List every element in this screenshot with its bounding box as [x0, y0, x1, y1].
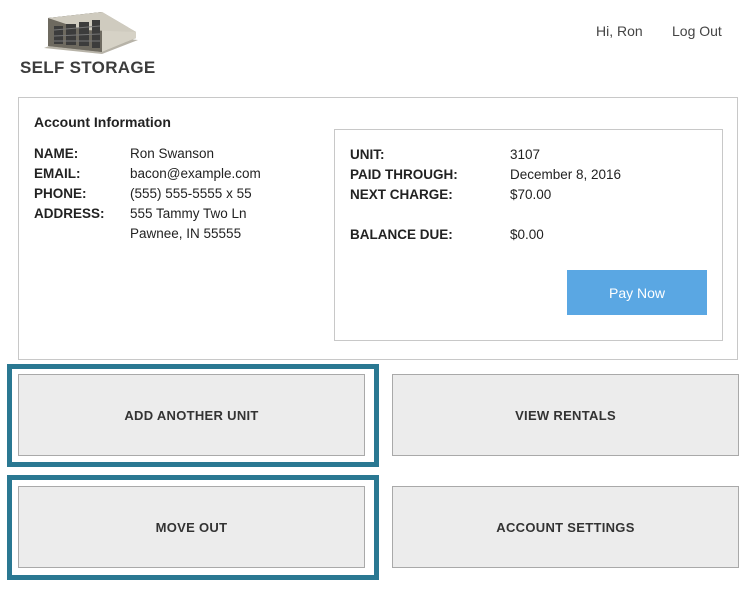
- next-charge-label: NEXT CHARGE:: [350, 187, 453, 202]
- user-greeting: Hi, Ron: [596, 23, 643, 39]
- move-out-button[interactable]: MOVE OUT: [18, 486, 365, 568]
- unit-value: 3107: [510, 147, 541, 162]
- account-settings-button[interactable]: ACCOUNT SETTINGS: [392, 486, 739, 568]
- next-charge-value: $70.00: [510, 187, 552, 202]
- logout-link[interactable]: Log Out: [672, 23, 722, 39]
- address-label: ADDRESS:: [34, 206, 105, 221]
- phone-value: (555) 555-5555 x 55: [130, 186, 252, 201]
- account-information-panel: Account Information NAME: Ron Swanson EM…: [18, 97, 738, 360]
- phone-label: PHONE:: [34, 186, 87, 201]
- paid-through-value: December 8, 2016: [510, 167, 622, 182]
- address-line1: 555 Tammy Two Ln: [130, 206, 247, 221]
- storage-building-icon: [44, 12, 138, 54]
- pay-now-button[interactable]: Pay Now: [567, 270, 707, 315]
- paid-through-label: PAID THROUGH:: [350, 167, 458, 182]
- add-another-unit-button[interactable]: ADD ANOTHER UNIT: [18, 374, 365, 456]
- address-line2: Pawnee, IN 55555: [130, 226, 242, 241]
- name-label: NAME:: [34, 146, 79, 161]
- balance-due-value: $0.00: [510, 227, 544, 242]
- name-value: Ron Swanson: [130, 146, 215, 161]
- view-rentals-button[interactable]: VIEW RENTALS: [392, 374, 739, 456]
- email-value: bacon@example.com: [130, 166, 261, 181]
- brand-name: SELF STORAGE: [20, 58, 156, 77]
- account-information-title: Account Information: [34, 114, 171, 130]
- unit-label: UNIT:: [350, 147, 385, 162]
- balance-due-label: BALANCE DUE:: [350, 227, 453, 242]
- billing-summary-box: UNIT: 3107 PAID THROUGH: December 8, 201…: [334, 129, 723, 341]
- brand-logo[interactable]: SELF STORAGE: [20, 8, 160, 78]
- email-label: EMAIL:: [34, 166, 81, 181]
